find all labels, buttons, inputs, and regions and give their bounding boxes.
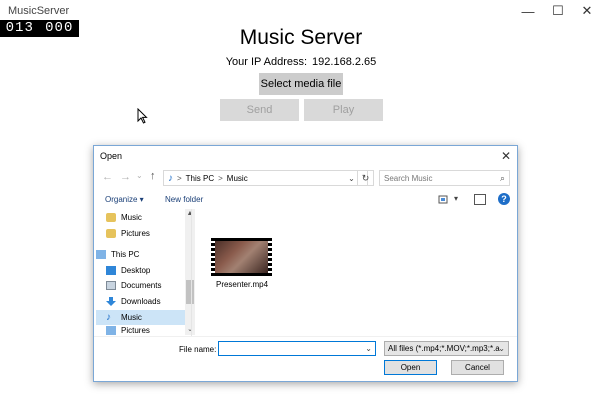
select-media-button[interactable]: Select media file: [259, 73, 343, 95]
page-title: Music Server: [239, 26, 363, 49]
back-arrow-icon[interactable]: ←: [102, 171, 113, 183]
scroll-down-icon[interactable]: ⌄: [185, 325, 195, 333]
pc-icon: [96, 250, 106, 259]
nav-item-pictures[interactable]: Pictures: [106, 326, 195, 335]
preview-pane-icon[interactable]: [474, 194, 486, 205]
pictures-quick-icon: [106, 229, 116, 238]
search-input[interactable]: Search Music ⌕: [379, 170, 510, 186]
search-icon: ⌕: [499, 173, 505, 183]
new-folder-button[interactable]: New folder: [165, 195, 203, 204]
documents-icon: [106, 281, 116, 290]
bottom-divider: [94, 336, 517, 337]
desktop-icon: [106, 266, 116, 275]
nav-item-this-pc[interactable]: This PC: [96, 247, 185, 262]
open-button[interactable]: Open: [384, 360, 437, 375]
up-arrow-icon[interactable]: ↑: [150, 170, 156, 182]
scroll-up-icon[interactable]: ▲: [185, 210, 195, 217]
search-placeholder: Search Music: [384, 173, 433, 183]
ip-value: 192.168.2.65: [312, 56, 377, 68]
view-chevron-icon[interactable]: ▾: [454, 194, 458, 203]
nav-scroll-thumb[interactable]: [186, 280, 194, 304]
file-type-filter[interactable]: All files (*.mp4;*.MOV;*.mp3;*.a ⌄: [384, 341, 509, 356]
breadcrumb-music[interactable]: Music: [227, 174, 248, 183]
video-thumbnail[interactable]: [211, 238, 272, 276]
nav-item-documents[interactable]: Documents: [106, 278, 195, 293]
app-title: MusicServer: [8, 5, 70, 17]
breadcrumb-separator: >: [177, 173, 182, 183]
file-name-input[interactable]: ⌄: [218, 341, 376, 356]
nav-item-music-quick[interactable]: Music: [106, 210, 195, 225]
pane-divider[interactable]: [191, 209, 192, 336]
help-icon[interactable]: ?: [498, 193, 510, 205]
address-dropdown-icon[interactable]: ⌄: [346, 170, 358, 186]
recent-locations-icon[interactable]: ⌄: [136, 171, 143, 180]
nav-item-music[interactable]: ♪ Music: [96, 310, 185, 325]
music-note-icon: ♪: [168, 172, 173, 184]
nav-item-pictures-quick[interactable]: Pictures: [106, 226, 195, 241]
ip-label: Your IP Address:: [225, 56, 308, 68]
breadcrumb-this-pc[interactable]: This PC: [186, 174, 214, 183]
nav-scrollbar[interactable]: [185, 209, 195, 335]
close-button[interactable]: ✕: [572, 2, 602, 20]
refresh-icon[interactable]: ↻: [358, 170, 374, 186]
forward-arrow-icon[interactable]: →: [120, 171, 131, 183]
file-name-label: File name:: [179, 345, 217, 354]
downloads-icon: [106, 297, 116, 306]
organize-menu[interactable]: Organize ▾: [105, 195, 144, 204]
music-note-icon: ♪: [106, 312, 111, 323]
open-file-dialog: Open ✕ ← → ⌄ ↑ ♪ > This PC > Music ⌄ ↻ S…: [93, 145, 518, 382]
maximize-button[interactable]: ☐: [543, 2, 573, 20]
nav-item-downloads[interactable]: Downloads: [106, 294, 195, 309]
music-quick-icon: [106, 213, 116, 222]
nav-item-desktop[interactable]: Desktop: [106, 263, 195, 278]
minimize-button[interactable]: —: [513, 2, 543, 20]
file-item-label[interactable]: Presenter.mp4: [202, 280, 282, 289]
dialog-close-icon[interactable]: ✕: [501, 149, 511, 163]
send-button[interactable]: Send: [220, 99, 299, 121]
filter-chevron-icon: ⌄: [498, 344, 505, 353]
view-options-icon[interactable]: [438, 194, 452, 205]
cancel-button[interactable]: Cancel: [451, 360, 504, 375]
file-name-dropdown-icon[interactable]: ⌄: [365, 344, 372, 353]
ip-address-row: Your IP Address: 192.168.2.65: [0, 56, 602, 68]
pictures-icon: [106, 326, 116, 335]
address-bar[interactable]: ♪ > This PC > Music: [163, 170, 368, 186]
play-button[interactable]: Play: [304, 99, 383, 121]
breadcrumb-separator: >: [218, 173, 223, 183]
mouse-cursor-icon: [137, 108, 148, 124]
dialog-title: Open: [100, 151, 123, 161]
